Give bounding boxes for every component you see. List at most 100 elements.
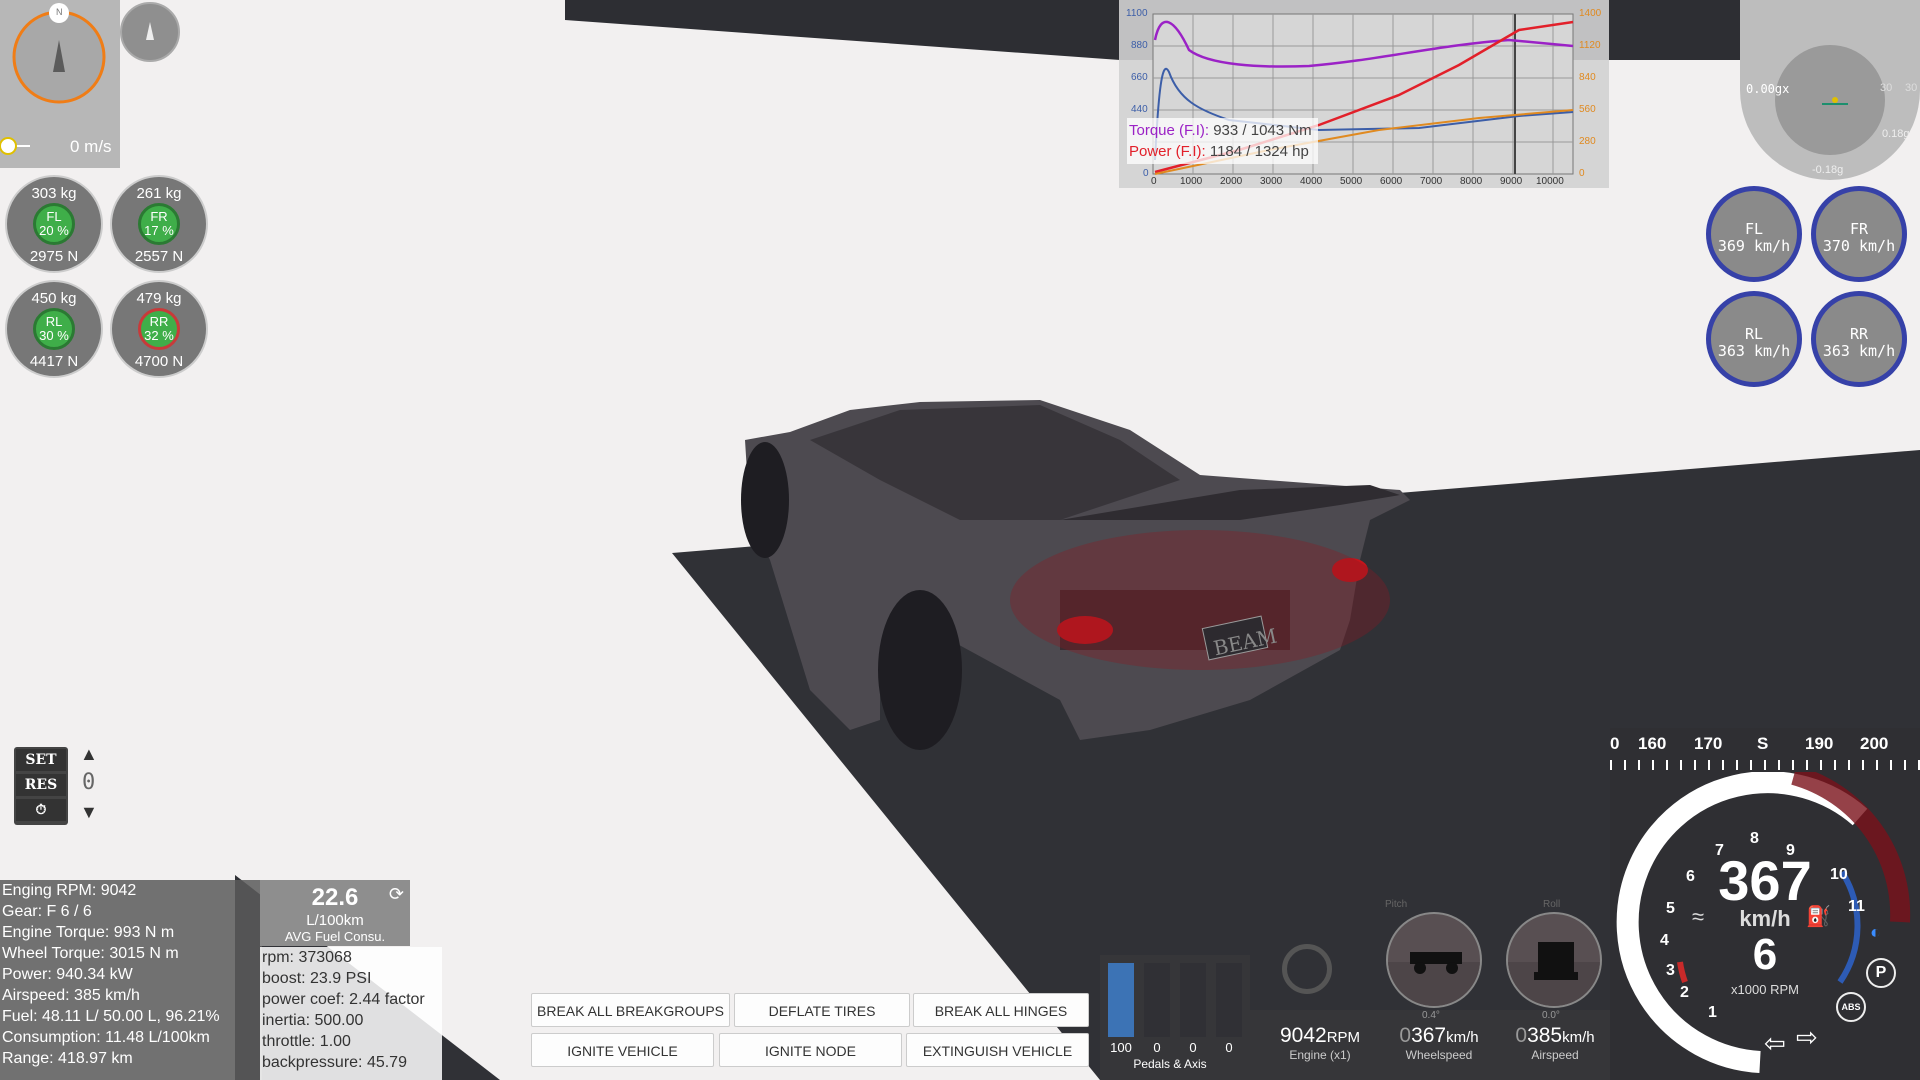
pitch-gauge <box>1386 912 1482 1008</box>
extinguish-vehicle-button[interactable]: EXTINGUISH VEHICLE <box>906 1033 1089 1067</box>
info-line: Enging RPM: 9042 <box>2 882 137 899</box>
debug-line: throttle: 1.00 <box>262 1033 351 1050</box>
ignite-vehicle-button[interactable]: IGNITE VEHICLE <box>531 1033 714 1067</box>
rpm-tick: 5 <box>1666 900 1675 917</box>
x-tick: 10000 <box>1536 176 1564 187</box>
wheelspeed-unit: km/h <box>1446 1029 1479 1046</box>
debug-line: boost: 23.9 PSI <box>262 970 372 987</box>
power-label: Power (F.I): <box>1129 143 1206 160</box>
cruise-up-icon[interactable]: ▲ <box>80 744 98 765</box>
tire-id: RR <box>149 314 169 329</box>
cruise-down-icon[interactable]: ▼ <box>80 802 98 823</box>
x-tick: 9000 <box>1500 176 1523 187</box>
tire-force: 4417 N <box>29 353 79 370</box>
debug-line: inertia: 500.00 <box>262 1012 364 1029</box>
fuel-consumption-widget: 22.6 L/100km AVG Fuel Consu. ⟳ <box>260 880 410 946</box>
wheel-speed-rr: RR 363 km/h <box>1811 291 1907 387</box>
tire-mass: 479 kg <box>136 290 182 307</box>
fuel-value: 22.6 <box>311 884 359 911</box>
speedometer: 7 8 9 6 5 4 3 2 1 10 11 367 km/h 6 x1000… <box>1610 772 1920 1080</box>
right-tick: 1120 <box>1579 40 1601 51</box>
gforce-ring-label: 0.18g <box>1882 128 1910 140</box>
rpm-tick: 3 <box>1666 962 1675 979</box>
x-tick: 2000 <box>1220 176 1243 187</box>
tire-mass: 261 kg <box>136 185 182 202</box>
tire-id: FL <box>46 209 62 224</box>
wheel-speed: 363 km/h <box>1717 342 1791 360</box>
wheel-speed-rl: RL 363 km/h <box>1706 291 1802 387</box>
rpm-tick: 2 <box>1680 984 1689 1001</box>
airspeed-prefix: 0 <box>1515 1024 1528 1047</box>
pedal-value: 100 <box>1110 1040 1132 1055</box>
heading-label: 190 <box>1805 734 1834 753</box>
left-tick: 1100 <box>1126 8 1148 19</box>
break-all-breakgroups-button[interactable]: BREAK ALL BREAKGROUPS <box>531 993 730 1027</box>
speed-readout: 0 m/s <box>70 137 112 156</box>
wheel-id: RR <box>1849 325 1869 343</box>
x-tick: 5000 <box>1340 176 1363 187</box>
airspeed-unit: km/h <box>1562 1029 1595 1046</box>
torque-label: Torque (F.I): <box>1129 122 1210 139</box>
roll-label: Roll <box>1543 899 1561 910</box>
cruise-res-button[interactable]: RES <box>16 774 66 796</box>
x-tick: 7000 <box>1420 176 1443 187</box>
gforce-ring-label: -0.18g <box>1812 164 1844 176</box>
wheel-speed-fl: FL 369 km/h <box>1706 186 1802 282</box>
airspeed-label: Airspeed <box>1531 1048 1579 1062</box>
info-line: Fuel: 48.11 L/ 50.00 L, 96.21% <box>2 1008 220 1025</box>
mini-compass-icon <box>120 2 180 62</box>
reset-icon[interactable]: ⟳ <box>389 884 404 905</box>
wheel-speed-fr: FR 370 km/h <box>1811 186 1907 282</box>
tire-force: 4700 N <box>134 353 184 370</box>
speedo-gear: 6 <box>1752 930 1778 979</box>
tire-gauge-rl: 450 kg RL 30 % 4417 N <box>5 280 103 378</box>
torque-value: 933 / 1043 Nm <box>1213 122 1312 139</box>
tire-gauge-fl: 303 kg FL 20 % 2975 N <box>5 175 103 273</box>
info-line: Consumption: 11.48 L/100km <box>2 1029 210 1046</box>
heading-label: 0 <box>1610 734 1620 753</box>
tire-id: FR <box>150 209 168 224</box>
wheelspeed-prefix: 0 <box>1399 1024 1412 1047</box>
airspeed-value: 385 <box>1527 1024 1563 1047</box>
tire-force: 2975 N <box>29 248 79 265</box>
x-tick: 3000 <box>1260 176 1283 187</box>
cruise-set-button[interactable]: SET <box>16 749 66 771</box>
wheel-speed: 369 km/h <box>1717 237 1791 255</box>
heading-label: 160 <box>1638 734 1667 753</box>
wheel-id: FL <box>1744 220 1764 238</box>
compass-panel: N 0 m/s <box>0 0 120 168</box>
x-tick: 1000 <box>1180 176 1203 187</box>
heading-label: 200 <box>1860 734 1889 753</box>
right-tick: 840 <box>1579 72 1596 83</box>
wheelspeed-value: 367 <box>1411 1024 1447 1047</box>
vehicle-info-panel: Enging RPM: 9042 Gear: F 6 / 6 Engine To… <box>0 880 262 1080</box>
info-line: Power: 940.34 kW <box>2 966 133 983</box>
rpm-tick: 4 <box>1660 932 1669 949</box>
left-tick: 440 <box>1131 104 1148 115</box>
info-line: Wheel Torque: 3015 N m <box>2 945 179 962</box>
tire-pct: 17 % <box>144 223 174 238</box>
graph-legend: Torque (F.I): 933 / 1043 Nm Power (F.I):… <box>1127 118 1318 164</box>
cruise-control: SET RES ⏱ <box>14 747 68 825</box>
fuel-pump-icon: ⛽ <box>1806 906 1831 928</box>
x-tick: 0 <box>1151 176 1157 187</box>
pedals-label: Pedals & Axis <box>1133 1057 1207 1071</box>
pedal-value: 0 <box>1189 1040 1197 1055</box>
heading-label: 170 <box>1694 734 1723 753</box>
ignite-node-button[interactable]: IGNITE NODE <box>719 1033 902 1067</box>
deflate-tires-button[interactable]: DEFLATE TIRES <box>734 993 910 1027</box>
wheel-id: FR <box>1849 220 1869 238</box>
pitch-value: 0.4° <box>1422 1010 1440 1021</box>
heading-ticks <box>1610 760 1920 770</box>
coolant-temp-icon: ≈ <box>1692 904 1705 929</box>
break-all-hinges-button[interactable]: BREAK ALL HINGES <box>913 993 1089 1027</box>
headlight-icon: ◐ <box>1870 922 1881 942</box>
right-tick: 280 <box>1579 136 1596 147</box>
gforce-meter: 0.00gx 0.18g -0.18g 30 30 <box>1740 0 1920 180</box>
cruise-timer-icon[interactable]: ⏱ <box>16 799 66 821</box>
pedal-value: 0 <box>1153 1040 1161 1055</box>
rpm-tick: 1 <box>1708 1004 1717 1021</box>
left-tick: 660 <box>1131 72 1148 83</box>
cruise-speed-value: 0 <box>82 770 96 795</box>
pitch-label: Pitch <box>1385 899 1408 910</box>
